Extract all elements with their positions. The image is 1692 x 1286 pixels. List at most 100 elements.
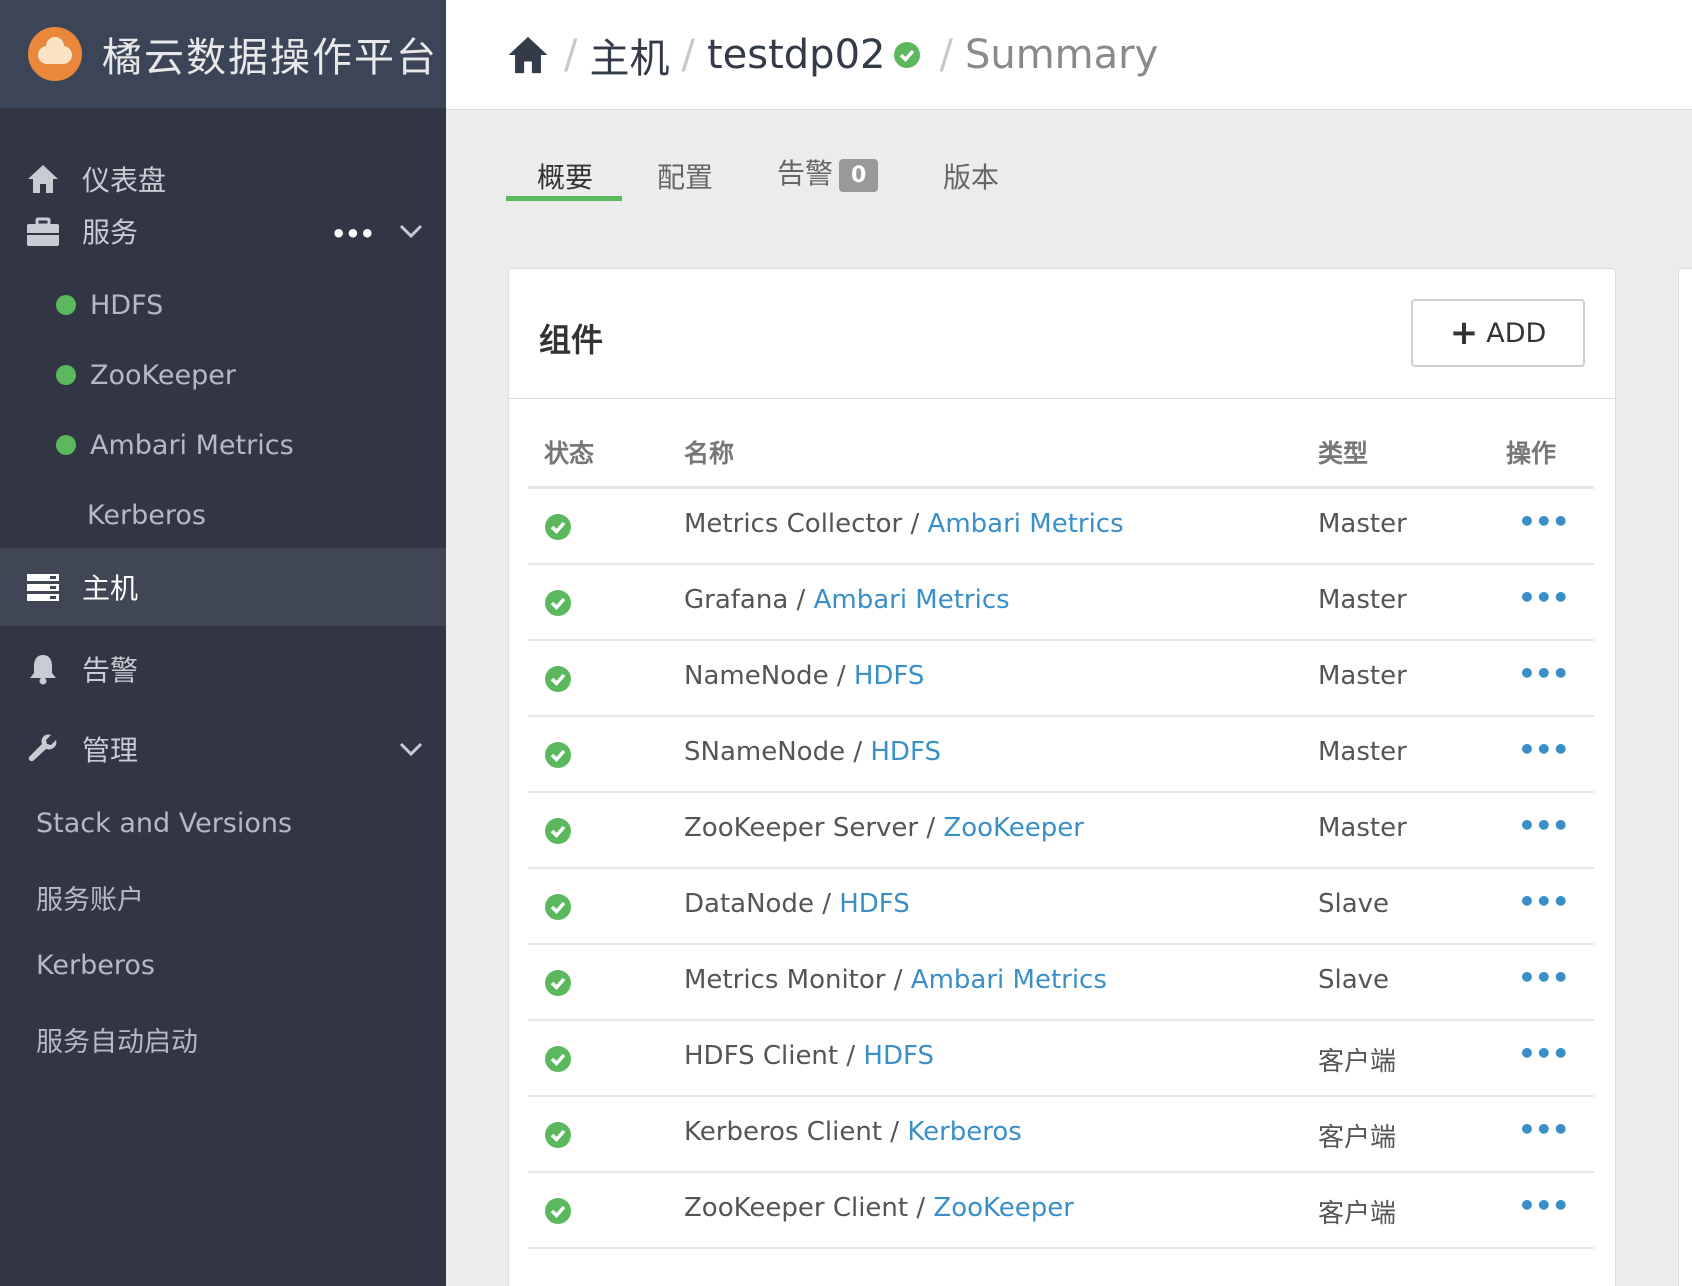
component-name-cell: SNameNode / HDFS: [684, 737, 941, 767]
component-name: Kerberos Client: [684, 1117, 883, 1147]
sidebar-admin-service-accounts[interactable]: 服务账户: [36, 878, 144, 917]
component-name: ZooKeeper Server: [684, 813, 919, 843]
component-name-cell: ZooKeeper Client / ZooKeeper: [684, 1193, 1074, 1223]
name-separator: /: [882, 1117, 908, 1147]
sidebar-service-hdfs[interactable]: HDFS: [0, 270, 446, 340]
check-circle-icon: [545, 1122, 571, 1148]
more-options-icon[interactable]: •••: [331, 220, 375, 248]
name-separator: /: [838, 1041, 864, 1071]
check-circle-icon: [545, 1046, 571, 1072]
more-actions-icon[interactable]: •••: [1518, 657, 1570, 690]
service-link[interactable]: ZooKeeper: [943, 813, 1084, 843]
sidebar: 橘云数据操作平台 仪表盘 服务 ••• HDFS ZooKeeper Ambar…: [0, 0, 446, 1286]
table-row: DataNode / HDFS Slave •••: [528, 869, 1594, 945]
column-header-action: 操作: [1506, 439, 1557, 468]
sidebar-service-label: HDFS: [90, 289, 164, 321]
check-circle-icon: [545, 1198, 571, 1224]
brand-header[interactable]: 橘云数据操作平台: [0, 0, 446, 108]
component-type: Master: [1318, 509, 1407, 539]
breadcrumb: / 主机 / testdp02 / Summary: [446, 0, 1692, 110]
service-link[interactable]: Ambari Metrics: [928, 509, 1124, 539]
name-separator: /: [902, 509, 928, 539]
sidebar-service-zookeeper[interactable]: ZooKeeper: [0, 340, 446, 410]
component-name: SNameNode: [684, 737, 846, 767]
name-separator: /: [788, 585, 814, 615]
component-name: DataNode: [684, 889, 814, 919]
check-circle-icon: [545, 818, 571, 844]
check-circle-icon: [545, 514, 571, 540]
component-name-cell: HDFS Client / HDFS: [684, 1041, 934, 1071]
component-name: NameNode: [684, 661, 829, 691]
active-tab-indicator: [506, 196, 622, 201]
more-actions-icon[interactable]: •••: [1518, 885, 1570, 918]
more-actions-icon[interactable]: •••: [1518, 809, 1570, 842]
chevron-down-icon[interactable]: [398, 218, 424, 244]
service-link[interactable]: Ambari Metrics: [911, 965, 1107, 995]
name-separator: /: [845, 737, 871, 767]
name-separator: /: [828, 661, 854, 691]
sidebar-item-services[interactable]: 服务 •••: [0, 192, 446, 270]
breadcrumb-host-name: testdp02: [706, 31, 886, 78]
chevron-down-icon[interactable]: [398, 736, 424, 762]
more-actions-icon[interactable]: •••: [1518, 961, 1570, 994]
component-name-cell: NameNode / HDFS: [684, 661, 924, 691]
home-icon[interactable]: [506, 33, 550, 77]
brand-title: 橘云数据操作平台: [102, 35, 438, 81]
component-name: ZooKeeper Client: [684, 1193, 909, 1223]
sidebar-admin-stack-versions[interactable]: Stack and Versions: [36, 808, 292, 839]
component-name: Metrics Monitor: [684, 965, 886, 995]
tab-summary[interactable]: 概要: [537, 156, 593, 196]
home-icon: [28, 165, 58, 193]
breadcrumb-separator: /: [939, 31, 953, 78]
service-link[interactable]: HDFS: [863, 1041, 934, 1071]
sidebar-admin-service-auto-start[interactable]: 服务自动启动: [36, 1020, 198, 1059]
tab-configs[interactable]: 配置: [657, 156, 713, 196]
check-circle-icon: [545, 894, 571, 920]
sidebar-item-label: 告警: [82, 654, 139, 687]
adjacent-card-edge: [1678, 268, 1692, 1286]
service-link[interactable]: Kerberos: [907, 1117, 1022, 1147]
add-button-label: ADD: [1486, 317, 1547, 349]
component-name-cell: ZooKeeper Server / ZooKeeper: [684, 813, 1084, 843]
more-actions-icon[interactable]: •••: [1518, 1189, 1570, 1222]
more-actions-icon[interactable]: •••: [1518, 733, 1570, 766]
more-actions-icon[interactable]: •••: [1518, 1037, 1570, 1070]
service-link[interactable]: HDFS: [854, 661, 925, 691]
service-link[interactable]: ZooKeeper: [933, 1193, 1074, 1223]
check-circle-icon: [545, 742, 571, 768]
add-component-button[interactable]: + ADD: [1411, 299, 1585, 367]
table-row: SNameNode / HDFS Master •••: [528, 717, 1594, 793]
table-row: Grafana / Ambari Metrics Master •••: [528, 565, 1594, 641]
status-dot: [56, 435, 76, 455]
wrench-icon: [28, 734, 57, 762]
component-type: Slave: [1318, 965, 1390, 995]
column-header-status: 状态: [544, 439, 595, 468]
sidebar-service-kerberos[interactable]: Kerberos: [0, 480, 446, 550]
plus-icon: +: [1449, 313, 1479, 353]
component-name-cell: Metrics Collector / Ambari Metrics: [684, 509, 1124, 539]
table-row: Kerberos Client / Kerberos 客户端 •••: [528, 1097, 1594, 1173]
more-actions-icon[interactable]: •••: [1518, 505, 1570, 538]
check-circle-icon: [545, 970, 571, 996]
tab-versions[interactable]: 版本: [943, 156, 999, 196]
component-type: 客户端: [1318, 1123, 1397, 1153]
more-actions-icon[interactable]: •••: [1518, 581, 1570, 614]
sidebar-service-label: ZooKeeper: [90, 359, 236, 391]
tab-alerts[interactable]: 告警 0: [777, 152, 879, 192]
table-row: Metrics Monitor / Ambari Metrics Slave •••: [528, 945, 1594, 1021]
component-type: 客户端: [1318, 1199, 1397, 1229]
sidebar-admin-kerberos[interactable]: Kerberos: [36, 950, 155, 981]
sidebar-item-admin[interactable]: 管理: [0, 710, 446, 788]
more-actions-icon[interactable]: •••: [1518, 1113, 1570, 1146]
sidebar-service-ambari-metrics[interactable]: Ambari Metrics: [0, 410, 446, 480]
sidebar-item-hosts[interactable]: 主机: [0, 548, 446, 626]
table-row: NameNode / HDFS Master •••: [528, 641, 1594, 717]
component-name: Metrics Collector: [684, 509, 903, 539]
breadcrumb-separator: /: [681, 31, 695, 78]
service-link[interactable]: HDFS: [870, 737, 941, 767]
service-link[interactable]: HDFS: [839, 889, 910, 919]
breadcrumb-hosts[interactable]: 主机: [589, 26, 669, 84]
sidebar-item-alerts[interactable]: 告警: [0, 630, 446, 708]
service-link[interactable]: Ambari Metrics: [814, 585, 1010, 615]
status-dot: [56, 365, 76, 385]
